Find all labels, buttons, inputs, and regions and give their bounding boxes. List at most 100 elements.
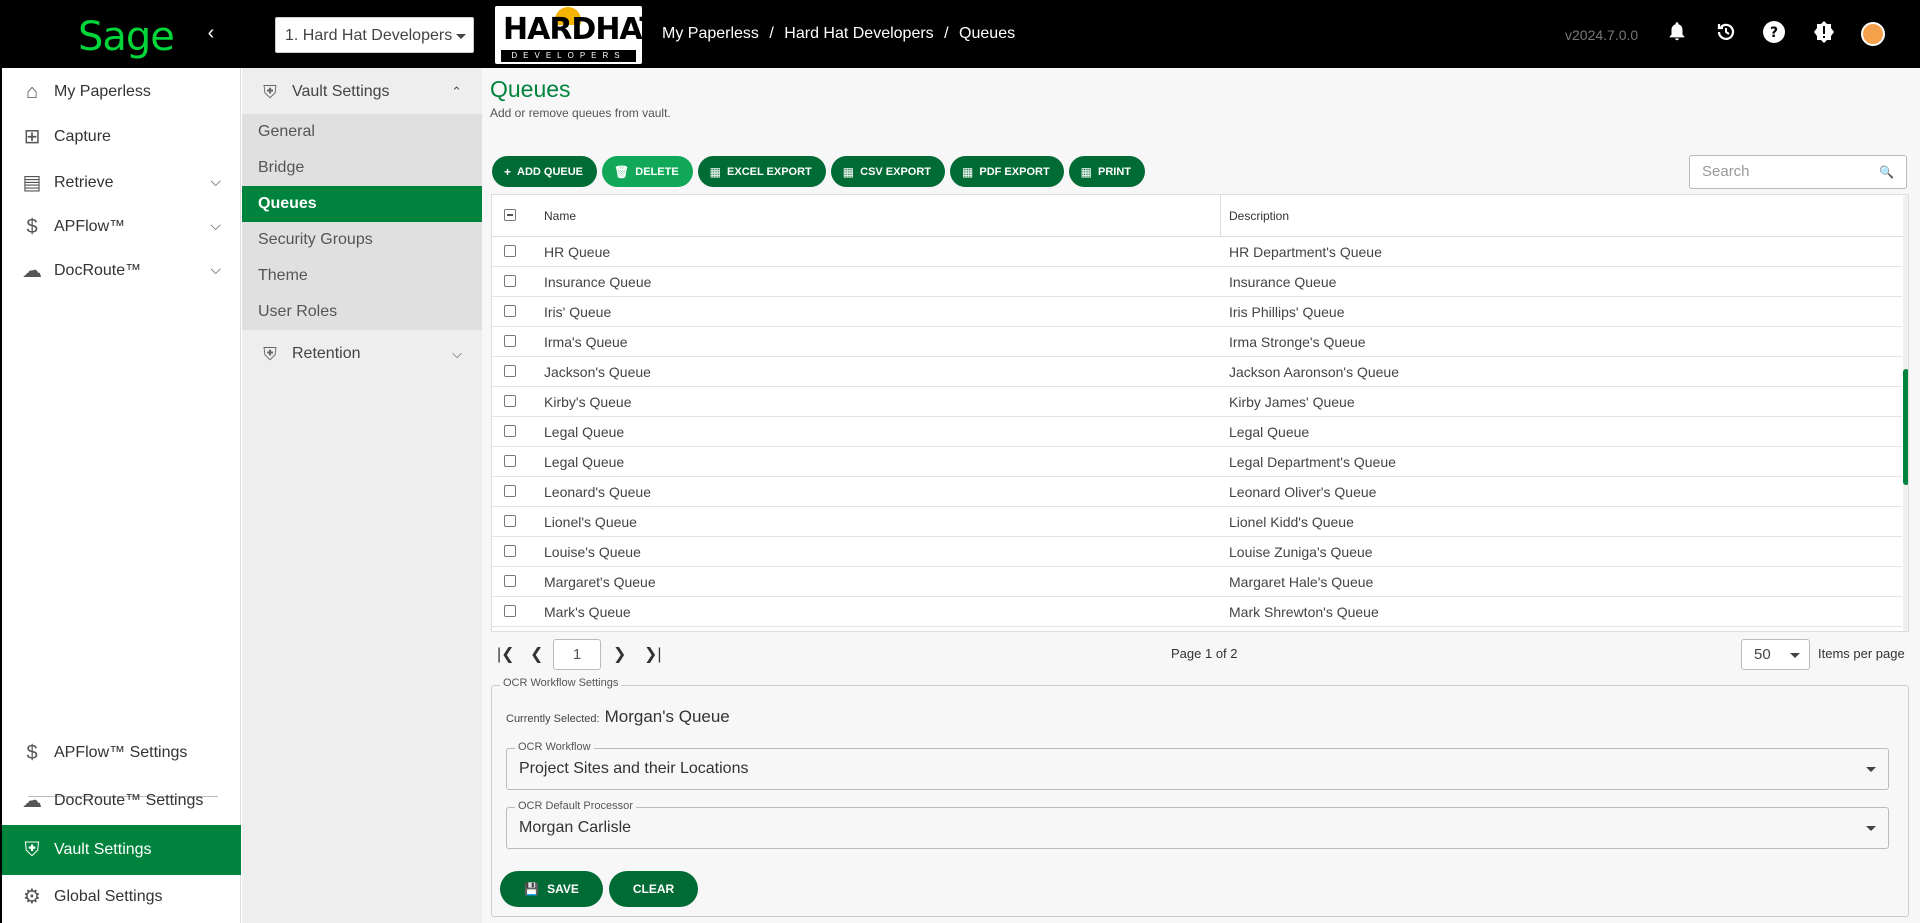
nav-apflow-settings[interactable]: $ APFlow™ Settings xyxy=(2,731,241,775)
alert-badge-icon[interactable] xyxy=(1810,20,1838,48)
help-icon[interactable]: ? xyxy=(1760,20,1788,48)
nav-docroute[interactable]: ☁ DocRoute™ ⌵ xyxy=(2,249,241,293)
delete-button[interactable]: 🗑 DELETE xyxy=(602,156,693,187)
bell-icon[interactable] xyxy=(1663,20,1691,48)
page-size-label: Items per page xyxy=(1818,646,1905,661)
submenu-user-roles[interactable]: User Roles xyxy=(242,294,482,330)
search-placeholder: Search xyxy=(1702,163,1750,180)
row-checkbox[interactable] xyxy=(504,485,516,497)
last-page-icon[interactable]: ❯| xyxy=(644,644,662,664)
submenu-security-groups[interactable]: Security Groups xyxy=(242,222,482,258)
table-row[interactable]: Mark's Queue Mark Shrewton's Queue xyxy=(492,597,1902,627)
capture-icon: ⊞ xyxy=(23,126,41,148)
search-input[interactable]: Search 🔍 xyxy=(1689,155,1907,189)
row-checkbox[interactable] xyxy=(504,335,516,347)
table-row[interactable]: Legal Queue Legal Department's Queue xyxy=(492,447,1902,477)
cloud-icon: ☁ xyxy=(22,790,42,812)
submenu-queues[interactable]: Queues xyxy=(242,186,482,222)
field-label: OCR Workflow xyxy=(515,741,594,753)
table-row[interactable]: Kirby's Queue Kirby James' Queue xyxy=(492,387,1902,417)
column-header-description[interactable]: Description xyxy=(1229,195,1289,237)
row-checkbox[interactable] xyxy=(504,395,516,407)
table-row[interactable]: Leonard's Queue Leonard Oliver's Queue xyxy=(492,477,1902,507)
column-header-name[interactable]: Name xyxy=(544,195,576,237)
prev-page-icon[interactable]: ❮ xyxy=(530,644,543,664)
clear-button[interactable]: CLEAR xyxy=(609,871,698,907)
table-row[interactable]: Margaret's Queue Margaret Hale's Queue xyxy=(492,567,1902,597)
user-avatar[interactable] xyxy=(1861,22,1885,46)
version-label: v2024.7.0.0 xyxy=(1565,27,1639,43)
row-checkbox[interactable] xyxy=(504,575,516,587)
row-checkbox[interactable] xyxy=(504,425,516,437)
chevron-down-icon: ⌵ xyxy=(452,346,462,361)
table-row[interactable]: Legal Queue Legal Queue xyxy=(492,417,1902,447)
submenu-theme[interactable]: Theme xyxy=(242,258,482,294)
table-row[interactable]: Jackson's Queue Jackson Aaronson's Queue xyxy=(492,357,1902,387)
row-checkbox[interactable] xyxy=(504,365,516,377)
table-row[interactable]: Insurance Queue Insurance Queue xyxy=(492,267,1902,297)
nav-vault-settings[interactable]: ⛨ Vault Settings xyxy=(2,825,241,875)
row-checkbox[interactable] xyxy=(504,605,516,617)
cell-description: Louise Zuniga's Queue xyxy=(1229,544,1373,560)
nav-capture[interactable]: ⊞ Capture xyxy=(2,115,241,159)
ocr-current-selection: Currently Selected: Morgan's Queue xyxy=(506,707,730,727)
print-button[interactable]: ▦ PRINT xyxy=(1068,156,1146,187)
breadcrumb-my-paperless[interactable]: My Paperless xyxy=(662,25,759,42)
breadcrumb-vault[interactable]: Hard Hat Developers xyxy=(784,25,933,42)
select-all-checkbox[interactable] xyxy=(504,209,516,221)
table-row[interactable]: Louise's Queue Louise Zuniga's Queue xyxy=(492,537,1902,567)
table-row[interactable]: Irma's Queue Irma Stronge's Queue xyxy=(492,327,1902,357)
shield-lock-icon: ⛨ xyxy=(263,344,277,364)
first-page-icon[interactable]: |❮ xyxy=(497,644,515,664)
excel-export-button[interactable]: ▦ EXCEL EXPORT xyxy=(697,156,826,187)
table-row[interactable]: HR Queue HR Department's Queue xyxy=(492,237,1902,267)
row-checkbox[interactable] xyxy=(504,515,516,527)
nav-global-settings[interactable]: ⚙ Global Settings xyxy=(2,875,241,919)
cell-name: Lionel's Queue xyxy=(544,514,637,530)
history-icon[interactable] xyxy=(1712,20,1740,48)
submenu-general[interactable]: General xyxy=(242,114,482,150)
nav-label: Vault Settings xyxy=(54,841,152,858)
submenu-bridge[interactable]: Bridge xyxy=(242,150,482,186)
row-checkbox[interactable] xyxy=(504,455,516,467)
field-label: OCR Default Processor xyxy=(515,800,636,812)
ocr-processor-select[interactable]: OCR Default Processor Morgan Carlisle xyxy=(506,800,1889,849)
cell-name: Irma's Queue xyxy=(544,334,628,350)
cell-name: Iris' Queue xyxy=(544,304,612,320)
nav-apflow[interactable]: $ APFlow™ ⌵ xyxy=(2,205,241,249)
row-checkbox[interactable] xyxy=(504,275,516,287)
row-checkbox[interactable] xyxy=(504,545,516,557)
export-icon: ▦ xyxy=(842,164,855,179)
table-row[interactable]: Lionel's Queue Lionel Kidd's Queue xyxy=(492,507,1902,537)
add-queue-button[interactable]: + ADD QUEUE xyxy=(492,156,598,187)
scrollbar-thumb[interactable] xyxy=(1903,369,1908,485)
button-label: PRINT xyxy=(1098,165,1132,178)
page-size-value: 50 xyxy=(1754,646,1771,663)
cell-name: Kirby's Queue xyxy=(544,394,632,410)
next-page-icon[interactable]: ❯ xyxy=(613,644,626,664)
row-checkbox[interactable] xyxy=(504,245,516,257)
nav-my-paperless[interactable]: ⌂ My Paperless xyxy=(2,70,241,114)
page-number-input[interactable]: 1 xyxy=(553,639,601,670)
submenu-section-label: Vault Settings xyxy=(292,83,390,100)
print-icon: ▦ xyxy=(1080,164,1093,179)
page-size-select[interactable]: 50 xyxy=(1741,639,1810,670)
pdf-export-button[interactable]: ▦ PDF EXPORT xyxy=(950,156,1064,187)
submenu-retention[interactable]: ⛨ Retention ⌵ xyxy=(242,332,482,376)
submenu-vault-settings[interactable]: ⛨ Vault Settings ⌃ xyxy=(242,70,482,114)
row-checkbox[interactable] xyxy=(504,305,516,317)
collapse-nav-icon[interactable]: ‹ xyxy=(198,20,224,46)
cell-name: Legal Queue xyxy=(544,454,625,470)
vault-selector[interactable]: 1. Hard Hat Developers xyxy=(275,17,474,53)
ocr-workflow-select[interactable]: OCR Workflow Project Sites and their Loc… xyxy=(506,741,1889,790)
cell-description: Mark Shrewton's Queue xyxy=(1229,604,1379,620)
csv-export-button[interactable]: ▦ CSV EXPORT xyxy=(830,156,946,187)
nav-docroute-settings[interactable]: ☁ DocRoute™ Settings xyxy=(2,779,241,823)
save-button[interactable]: 💾 SAVE xyxy=(500,871,603,907)
column-separator[interactable] xyxy=(1220,195,1221,237)
table-row[interactable]: Iris' Queue Iris Phillips' Queue xyxy=(492,297,1902,327)
cell-name: HR Queue xyxy=(544,244,611,260)
ocr-settings-panel: OCR Workflow Settings Currently Selected… xyxy=(491,677,1909,917)
nav-retrieve[interactable]: ▤ Retrieve ⌵ xyxy=(2,161,241,205)
cell-name: Margaret's Queue xyxy=(544,574,656,590)
